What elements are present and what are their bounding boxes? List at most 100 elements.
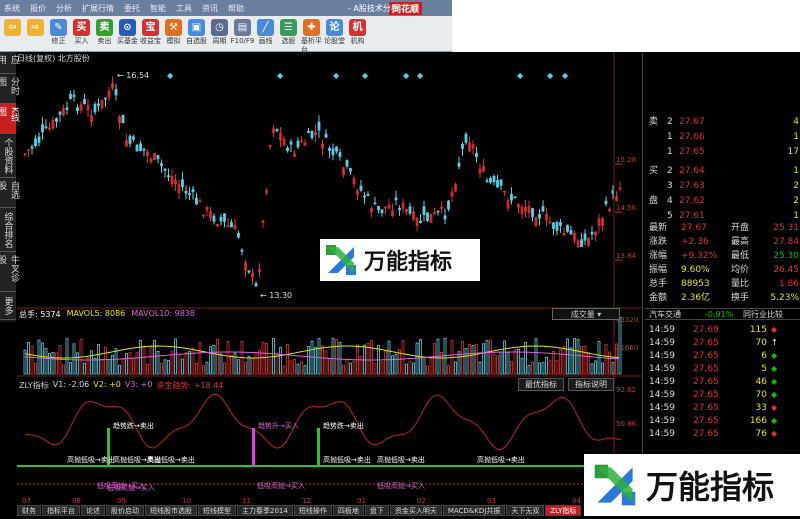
menu-item-1[interactable]: 报价 <box>30 3 46 14</box>
volume-bar <box>608 351 611 375</box>
best-indicator-button[interactable]: 最优指标 <box>518 378 564 391</box>
bottom-tab-7[interactable]: 短线操作 <box>293 505 332 516</box>
candle-body <box>373 202 377 205</box>
volume-bar <box>265 343 268 375</box>
volume-bar <box>373 363 377 375</box>
bottom-tab-0[interactable]: 财务 <box>17 505 41 516</box>
menu-item-3[interactable]: 扩展行情 <box>82 3 114 14</box>
left-tab-3[interactable]: 个股资料 <box>0 134 16 178</box>
date-axis-label: 10 <box>182 497 191 505</box>
bottom-tab-10[interactable]: 资金买入明天 <box>389 505 442 516</box>
price-axis-label: 13.84 <box>616 252 637 260</box>
volume-bar <box>65 338 69 375</box>
volume-bar <box>429 357 433 375</box>
candle-body <box>114 89 118 96</box>
left-tab-2[interactable]: K线图 <box>0 104 19 134</box>
left-tab-5[interactable]: 综合排名 <box>0 208 16 252</box>
bottom-tab-12[interactable]: 天下无双 <box>506 505 545 516</box>
candle-body <box>104 97 107 100</box>
drawline-icon: ╱ <box>257 19 274 36</box>
volume-dropdown-label: 成交量 <box>570 310 595 319</box>
toolbar-button-12[interactable]: ☰ 选股 <box>278 19 299 46</box>
left-tab-7[interactable]: 更多 <box>0 292 16 320</box>
volume-bar <box>251 358 254 375</box>
volume-bar <box>202 364 205 375</box>
tick-direction-icon: ↑ <box>771 338 778 347</box>
toolbar-button-2[interactable]: ✎ 修正 <box>48 19 69 46</box>
bottom-tab-2[interactable]: 论述 <box>81 505 105 516</box>
toolbar-button-9[interactable]: ◷ 周期 <box>209 19 230 46</box>
industry-bar[interactable]: 汽车交通 -0.91% 同行业比较 <box>645 308 800 320</box>
toolbar-button-4[interactable]: 卖卖出 <box>94 19 115 46</box>
volume-dropdown[interactable]: 成交量 ▾ <box>552 308 620 320</box>
quote-label: 均价 <box>731 265 750 275</box>
left-tab-6[interactable]: 牛叉诊股 <box>0 252 19 292</box>
volume-bar <box>601 362 604 375</box>
volume-bar <box>408 361 412 375</box>
volume-bar <box>611 361 615 375</box>
f10-icon: ▤ <box>234 19 251 36</box>
volume-bar <box>531 361 534 375</box>
volume-bar <box>464 347 468 375</box>
volume-bar <box>149 346 153 375</box>
menu-item-6[interactable]: 工具 <box>176 3 192 14</box>
toolbar-button-14[interactable]: 论论股堂 <box>324 19 345 46</box>
tick-row: 14:59 27.65 70 ↑ <box>645 337 800 349</box>
menu-item-4[interactable]: 委托 <box>124 3 140 14</box>
volume-bar <box>69 362 72 375</box>
toolbar-button-15[interactable]: 机机构 <box>347 19 368 46</box>
menu-item-0[interactable]: 系统 <box>4 3 20 14</box>
toolbar-button-label: 买入 <box>74 37 89 45</box>
bottom-tab-3[interactable]: 股价启动 <box>106 505 144 516</box>
bottom-tab-11[interactable]: MACD&KDJ共振 <box>442 505 506 516</box>
volume-bar <box>482 343 485 375</box>
tick-time: 14:59 <box>649 351 675 361</box>
quote-panel: 卖 2 27.67 4 1 27.66 1 1 27.65 17 买 2 27.64 1 3 27.63 2 盘 4… <box>642 52 800 516</box>
toolbar-button-11[interactable]: ╱ 画线 <box>255 19 276 46</box>
bottom-tab-6[interactable]: 主力春季2014 <box>237 505 293 516</box>
price-axis-label: 15.28 <box>616 156 636 164</box>
toolbar-button-5[interactable]: ⊙ 买基金 <box>117 19 138 46</box>
tick-direction-icon: ◆ <box>771 429 778 438</box>
toolbar-button-7[interactable]: ⚒ 模拟 <box>163 19 184 46</box>
volume-bar <box>289 360 293 375</box>
left-tab-0[interactable]: 应用 <box>0 52 19 74</box>
toolbar-button-13[interactable]: ✚ 基析平台 <box>301 19 322 55</box>
menu-item-7[interactable]: 资讯 <box>202 3 218 14</box>
signal-label: 低吸高抛→买入 <box>377 481 425 490</box>
tick-direction-icon: ◆ <box>771 416 778 425</box>
volume-bar <box>506 352 510 375</box>
volume-bar <box>212 344 216 375</box>
bottom-tab-9[interactable]: 盘下 <box>364 505 389 516</box>
toolbar-button-10[interactable]: ▤ F10/F9 <box>231 19 254 46</box>
kline-chart-area[interactable]: ◆ ◆ ◆ ◆ ◆ ◆ ◆ ◆ ◆ ← 16.54 ← 13.30 15.28 14.56 13.84 63… <box>17 52 642 516</box>
bottom-tab-13[interactable]: ZLY指标 <box>545 505 582 516</box>
quote-value: 27.67 <box>681 223 707 233</box>
volume-bar <box>412 362 415 375</box>
toolbar-button-3[interactable]: 买买入 <box>71 19 92 46</box>
tick-direction-icon: ◆ <box>771 364 778 373</box>
toolbar-button-0[interactable]: ⇦ <box>2 19 23 37</box>
toolbar-button-label: 自选股 <box>186 37 207 45</box>
left-tab-1[interactable]: 分时图 <box>0 74 19 104</box>
volume-bar <box>153 339 156 375</box>
candle-body <box>461 144 464 149</box>
toolbar-button-6[interactable]: 宝收益宝 <box>140 19 161 46</box>
menu-item-2[interactable]: 分析 <box>56 3 72 14</box>
toolbar-button-8[interactable]: ▣ 自选股 <box>186 19 207 46</box>
quote-label: 涨幅 <box>649 251 668 261</box>
indicator-help-button[interactable]: 指标说明 <box>568 378 614 391</box>
industry-compare-link[interactable]: 同行业比较 <box>743 309 783 321</box>
bottom-tab-4[interactable]: 短线股市选股 <box>145 505 197 516</box>
volume-ma5: MAVOL5: 8086 <box>66 309 126 318</box>
candle-body <box>436 210 440 213</box>
signal-label: 高抛低吸→卖出 <box>67 455 115 464</box>
bottom-tab-1[interactable]: 指标平台 <box>42 505 80 516</box>
toolbar-button-1[interactable]: ⇨ <box>25 19 46 37</box>
bottom-tab-8[interactable]: 四板地 <box>332 505 364 516</box>
menu-item-5[interactable]: 智能 <box>150 3 166 14</box>
left-tab-4[interactable]: 自选股 <box>0 178 19 208</box>
bottom-tab-5[interactable]: 短线模型 <box>198 505 236 516</box>
menu-item-8[interactable]: 帮助 <box>228 3 244 14</box>
signal-label: 趋势跌→卖出 <box>113 421 154 430</box>
